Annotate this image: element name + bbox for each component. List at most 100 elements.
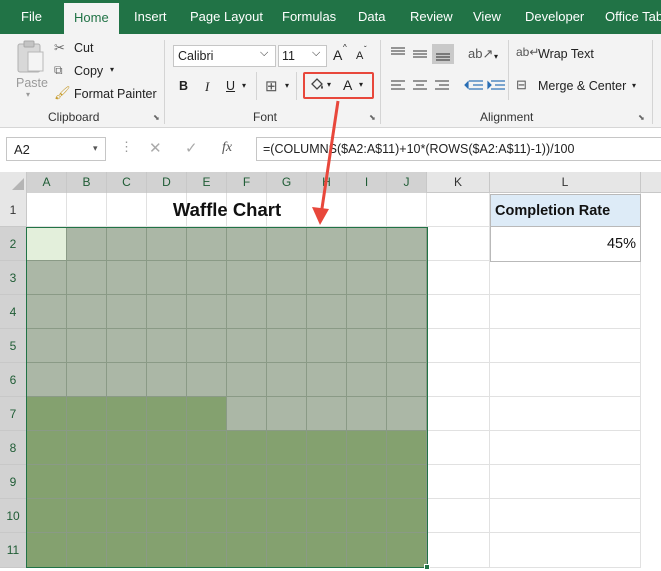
waffle-cell-empty[interactable] bbox=[387, 227, 427, 261]
waffle-cell-empty[interactable] bbox=[27, 227, 67, 261]
row-header-4[interactable]: 4 bbox=[0, 295, 27, 329]
waffle-cell-filled[interactable] bbox=[107, 431, 147, 465]
underline-button[interactable]: U bbox=[226, 79, 235, 93]
column-header-h[interactable]: H bbox=[307, 172, 347, 193]
cell-k5[interactable] bbox=[427, 329, 490, 363]
waffle-cell-filled[interactable] bbox=[27, 533, 67, 568]
waffle-cell-filled[interactable] bbox=[387, 465, 427, 499]
column-header-j[interactable]: J bbox=[387, 172, 427, 193]
waffle-cell-empty[interactable] bbox=[147, 227, 187, 261]
waffle-cell-filled[interactable] bbox=[387, 499, 427, 533]
cell-k10[interactable] bbox=[427, 499, 490, 533]
tab-insert[interactable]: Insert bbox=[134, 0, 167, 34]
vertical-align-buttons[interactable] bbox=[389, 44, 465, 64]
waffle-cell-filled[interactable] bbox=[187, 533, 227, 568]
row-header-6[interactable]: 6 bbox=[0, 363, 27, 397]
waffle-cell-filled[interactable] bbox=[387, 431, 427, 465]
waffle-cell-empty[interactable] bbox=[147, 261, 187, 295]
waffle-chart-title[interactable]: Waffle Chart bbox=[27, 193, 427, 227]
waffle-cell-empty[interactable] bbox=[347, 329, 387, 363]
waffle-cell-empty[interactable] bbox=[347, 295, 387, 329]
wrap-text-button[interactable]: ab↵ Wrap Text bbox=[516, 45, 596, 64]
row-header-8[interactable]: 8 bbox=[0, 431, 27, 465]
borders-icon[interactable]: ⊞ bbox=[265, 77, 278, 95]
cell-k6[interactable] bbox=[427, 363, 490, 397]
cell-l9[interactable] bbox=[490, 465, 641, 499]
column-header-b[interactable]: B bbox=[67, 172, 107, 193]
waffle-cell-empty[interactable] bbox=[147, 329, 187, 363]
alignment-launcher-icon[interactable]: ⬊ bbox=[638, 113, 645, 122]
cell-k1[interactable] bbox=[427, 193, 490, 227]
borders-dropdown-icon[interactable]: ▾ bbox=[285, 81, 289, 90]
cell-l6[interactable] bbox=[490, 363, 641, 397]
waffle-cell-empty[interactable] bbox=[227, 329, 267, 363]
waffle-cell-filled[interactable] bbox=[187, 431, 227, 465]
cancel-icon[interactable]: ✕ bbox=[149, 139, 162, 157]
tab-home[interactable]: Home bbox=[64, 3, 119, 34]
waffle-cell-empty[interactable] bbox=[147, 363, 187, 397]
paste-button[interactable]: Paste ▾ bbox=[12, 40, 48, 104]
cell-k8[interactable] bbox=[427, 431, 490, 465]
waffle-cell-empty[interactable] bbox=[267, 261, 307, 295]
waffle-cell-filled[interactable] bbox=[67, 397, 107, 431]
waffle-cell-filled[interactable] bbox=[267, 499, 307, 533]
waffle-cell-empty[interactable] bbox=[107, 363, 147, 397]
cell-l10[interactable] bbox=[490, 499, 641, 533]
waffle-cell-filled[interactable] bbox=[27, 465, 67, 499]
waffle-cell-empty[interactable] bbox=[267, 397, 307, 431]
waffle-cell-empty[interactable] bbox=[307, 363, 347, 397]
waffle-cell-empty[interactable] bbox=[107, 227, 147, 261]
cell-l5[interactable] bbox=[490, 329, 641, 363]
waffle-cell-empty[interactable] bbox=[227, 363, 267, 397]
tab-formulas[interactable]: Formulas bbox=[282, 0, 336, 34]
column-header-k[interactable]: K bbox=[427, 172, 490, 193]
shrink-font-button[interactable]: A ˇ bbox=[356, 45, 374, 67]
row-header-10[interactable]: 10 bbox=[0, 499, 27, 533]
waffle-cell-filled[interactable] bbox=[307, 499, 347, 533]
cell-k3[interactable] bbox=[427, 261, 490, 295]
waffle-cell-filled[interactable] bbox=[267, 465, 307, 499]
tab-developer[interactable]: Developer bbox=[525, 0, 584, 34]
waffle-cell-filled[interactable] bbox=[67, 499, 107, 533]
row-header-2[interactable]: 2 bbox=[0, 227, 27, 261]
waffle-cell-empty[interactable] bbox=[387, 329, 427, 363]
waffle-cell-filled[interactable] bbox=[147, 465, 187, 499]
waffle-cell-filled[interactable] bbox=[27, 499, 67, 533]
waffle-cell-filled[interactable] bbox=[187, 499, 227, 533]
waffle-cell-filled[interactable] bbox=[307, 465, 347, 499]
tab-review[interactable]: Review bbox=[410, 0, 453, 34]
waffle-cell-filled[interactable] bbox=[107, 397, 147, 431]
tab-view[interactable]: View bbox=[473, 0, 501, 34]
font-size-box[interactable]: 11 ⌵ bbox=[278, 45, 327, 67]
column-header-c[interactable]: C bbox=[107, 172, 147, 193]
waffle-cell-empty[interactable] bbox=[307, 397, 347, 431]
waffle-cell-filled[interactable] bbox=[347, 431, 387, 465]
waffle-cell-empty[interactable] bbox=[307, 261, 347, 295]
waffle-cell-filled[interactable] bbox=[147, 431, 187, 465]
waffle-cell-empty[interactable] bbox=[67, 261, 107, 295]
waffle-cell-filled[interactable] bbox=[67, 431, 107, 465]
waffle-cell-filled[interactable] bbox=[147, 533, 187, 568]
column-header-d[interactable]: D bbox=[147, 172, 187, 193]
more-options-icon[interactable]: ⋮ bbox=[120, 139, 133, 155]
cell-l11[interactable] bbox=[490, 533, 641, 568]
waffle-cell-empty[interactable] bbox=[27, 363, 67, 397]
horizontal-align-buttons[interactable] bbox=[389, 78, 509, 94]
fill-color-button[interactable]: ▾ bbox=[308, 76, 334, 96]
row-header-9[interactable]: 9 bbox=[0, 465, 27, 499]
waffle-cell-empty[interactable] bbox=[307, 227, 347, 261]
orientation-icon[interactable]: ab↗ bbox=[468, 46, 493, 62]
waffle-cell-empty[interactable] bbox=[67, 329, 107, 363]
waffle-cell-empty[interactable] bbox=[227, 397, 267, 431]
waffle-cell-empty[interactable] bbox=[67, 363, 107, 397]
name-box[interactable]: A2 ▾ bbox=[6, 137, 106, 161]
cell-l8[interactable] bbox=[490, 431, 641, 465]
waffle-cell-empty[interactable] bbox=[387, 363, 427, 397]
column-header-i[interactable]: I bbox=[347, 172, 387, 193]
insert-function-button[interactable]: fx bbox=[222, 140, 232, 156]
waffle-cell-filled[interactable] bbox=[227, 499, 267, 533]
waffle-cell-filled[interactable] bbox=[187, 465, 227, 499]
waffle-cell-filled[interactable] bbox=[107, 499, 147, 533]
merge-center-button[interactable]: ⊟ Merge & Center ▾ bbox=[516, 77, 646, 96]
cell-l3[interactable] bbox=[490, 261, 641, 295]
